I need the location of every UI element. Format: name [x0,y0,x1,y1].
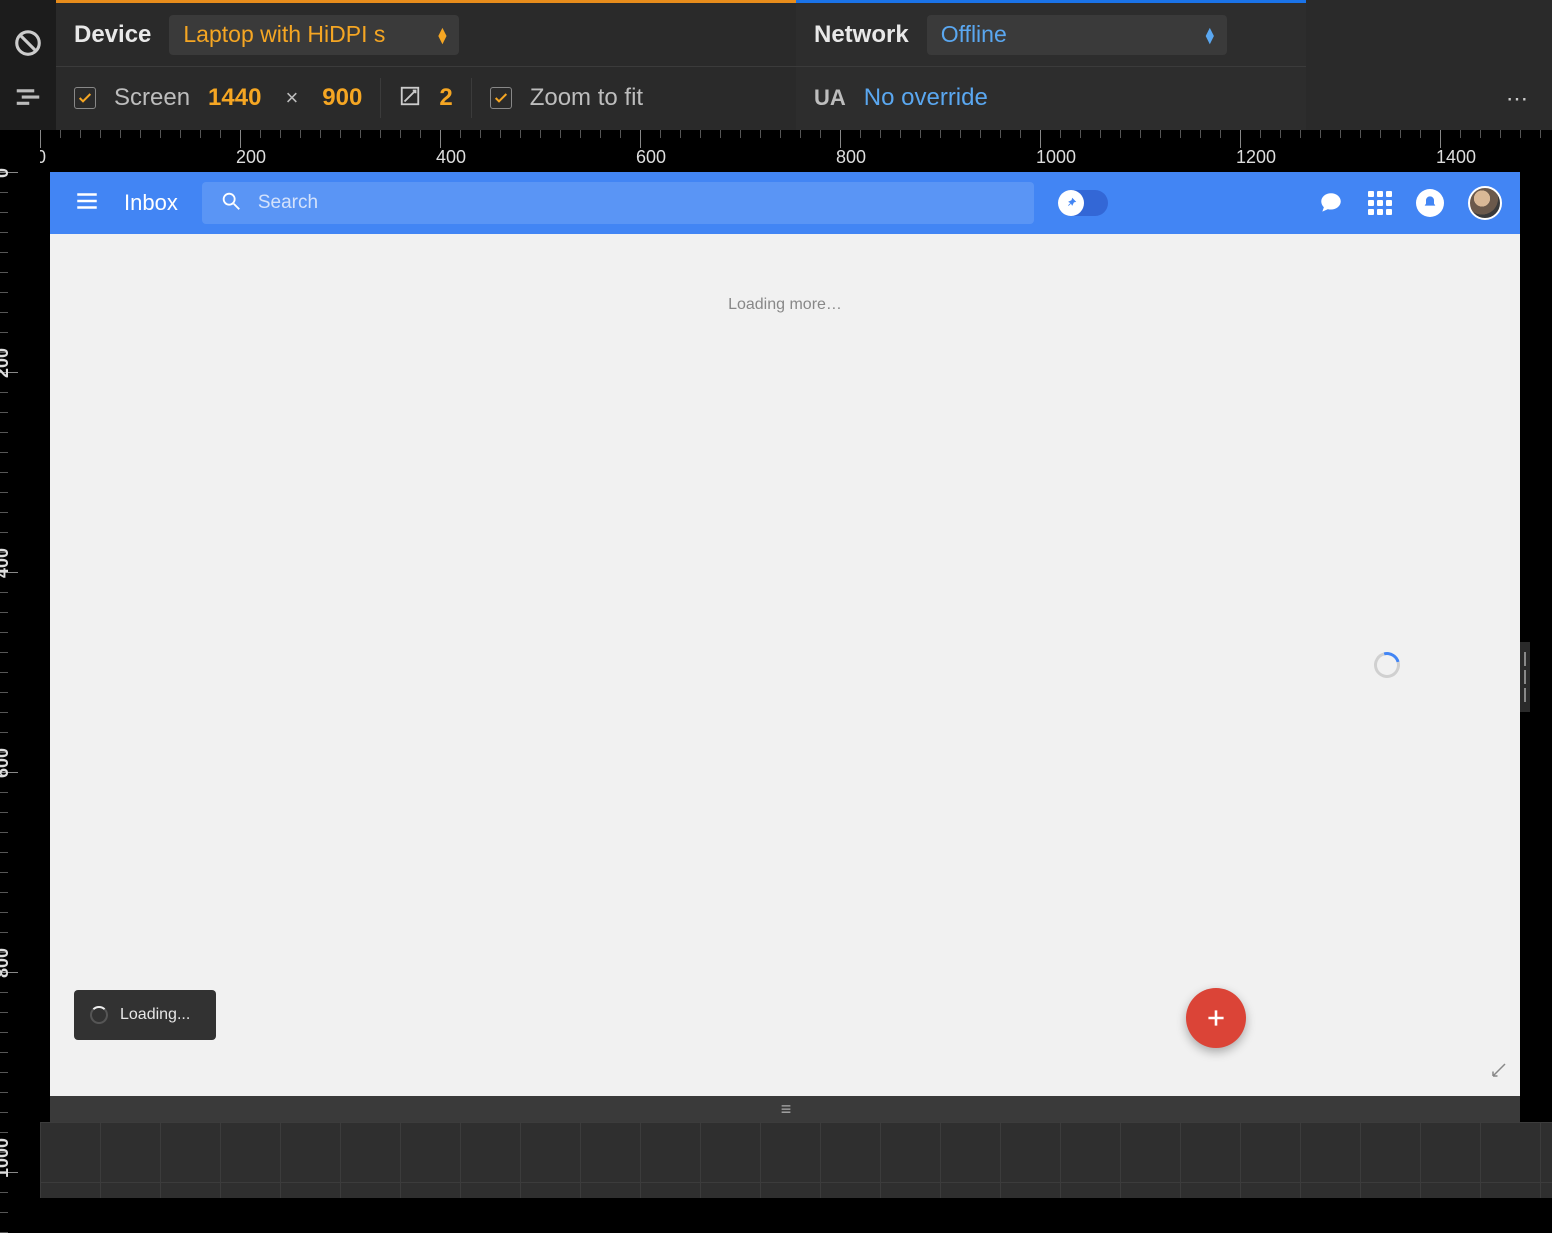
ua-value[interactable]: No override [864,84,988,112]
hangouts-spinner-icon [1369,647,1405,683]
screen-width[interactable]: 1440 [208,84,261,112]
inbox-header: Inbox [50,172,1520,234]
device-select-value: Laptop with HiDPI s [183,21,385,48]
network-select-value: Offline [941,21,1007,48]
avatar[interactable] [1468,186,1502,220]
resize-corner-icon[interactable] [1490,1061,1508,1084]
dpr-icon [399,85,421,112]
zoom-label: Zoom to fit [530,84,643,112]
chevron-updown-icon: ▲▼ [1203,27,1217,43]
canvas-grid [40,1122,1552,1198]
more-icon[interactable]: ⋯ [1506,86,1532,112]
apps-icon[interactable] [1368,191,1392,215]
inbox-app: Inbox Loadin [50,172,1520,1096]
toast-text: Loading... [120,1006,190,1024]
device-select[interactable]: Laptop with HiDPI s ▲▼ [169,15,459,55]
search-input[interactable] [258,192,1016,214]
network-label: Network [814,21,909,49]
hamburger-icon[interactable] [74,188,100,219]
grip-icon: ≡ [781,1099,790,1120]
compose-button[interactable] [1186,988,1246,1048]
chat-icon[interactable] [1318,190,1344,216]
device-label: Device [74,21,151,49]
network-select[interactable]: Offline ▲▼ [927,15,1227,55]
device-panel: Device Laptop with HiDPI s ▲▼ Screen 144… [56,0,796,130]
dpr-value[interactable]: 2 [439,84,452,112]
search-icon [220,190,242,217]
devtools-side-icons [0,0,56,130]
no-entry-icon[interactable] [13,28,43,63]
network-panel: Network Offline ▲▼ UA No override [796,0,1306,130]
times-icon: × [279,85,304,111]
app-title: Inbox [124,190,178,216]
side-drag-handle[interactable] [1520,642,1530,712]
devtools-toolbar: Device Laptop with HiDPI s ▲▼ Screen 144… [0,0,1552,130]
screen-label: Screen [114,84,190,112]
notifications-icon[interactable] [1416,189,1444,217]
drawer-handle[interactable]: ≡ [50,1096,1520,1122]
chevron-updown-icon: ▲▼ [436,27,450,43]
ua-label: UA [814,85,846,111]
screen-checkbox[interactable] [74,87,96,109]
zoom-checkbox[interactable] [490,87,512,109]
screen-height[interactable]: 900 [322,84,362,112]
ruler-vertical: 02004006008001000 [0,130,40,1198]
emulated-viewport: Inbox Loadin [50,172,1520,1096]
pin-icon [1058,190,1084,216]
ruler-horizontal: 0200400600800100012001400 [40,130,1552,172]
loading-toast: Loading... [74,990,216,1040]
filter-icon[interactable] [13,83,43,118]
search-bar[interactable] [202,182,1034,224]
spinner-icon [90,1006,108,1024]
pin-toggle[interactable] [1058,190,1108,216]
loading-more-text: Loading more… [50,296,1520,314]
